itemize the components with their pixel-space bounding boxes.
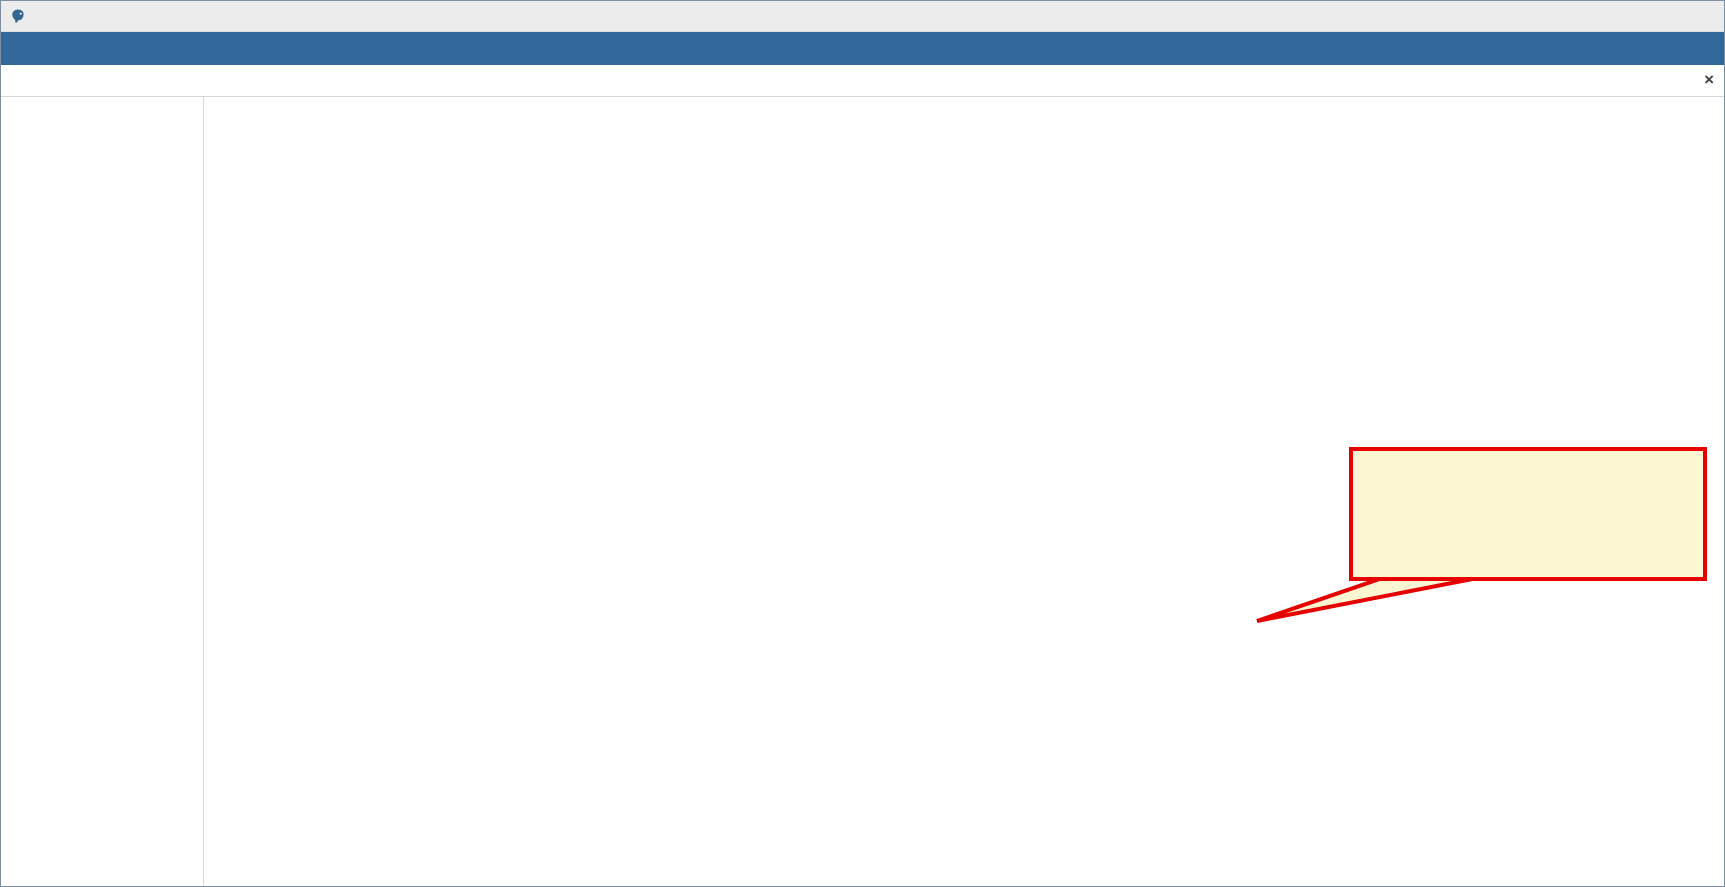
tab-toolbar: ×	[1, 65, 1724, 97]
menu-bar	[1, 32, 1724, 65]
close-panel-icon[interactable]: ×	[1704, 70, 1714, 90]
title-bar	[1, 1, 1724, 32]
annotation-callout	[1349, 447, 1707, 581]
browser-tree	[1, 97, 204, 886]
pgadmin-logo-icon	[10, 8, 26, 24]
pgadmin-window: ×	[0, 0, 1725, 887]
